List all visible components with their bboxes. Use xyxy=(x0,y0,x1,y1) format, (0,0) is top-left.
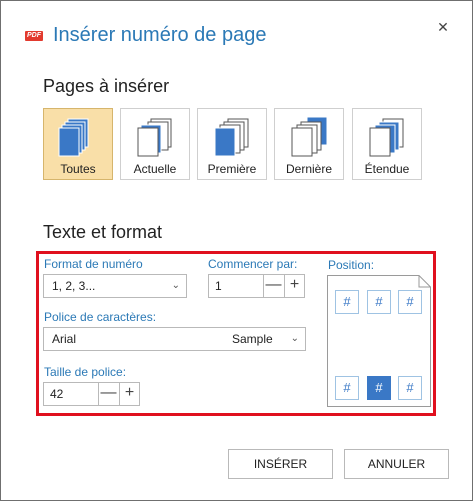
font-dropdown[interactable]: Arial Sample ⌄ xyxy=(43,327,306,351)
chevron-down-icon: ⌄ xyxy=(290,333,299,344)
pages-section-title: Pages à insérer xyxy=(43,76,170,96)
font-label: Police de caractères: xyxy=(44,310,157,324)
pages-option-all[interactable]: Toutes xyxy=(43,108,113,180)
all-pages-icon xyxy=(58,118,89,157)
pages-option-current[interactable]: Actuelle xyxy=(120,108,190,180)
pages-option-label: Dernière xyxy=(285,162,333,176)
chevron-down-icon: ⌄ xyxy=(171,280,180,291)
font-value: Arial xyxy=(52,332,77,346)
position-label: Position: xyxy=(328,258,375,272)
format-section-title: Texte et format xyxy=(43,222,163,242)
font-sample: Sample xyxy=(232,332,273,346)
position-bottom-left[interactable]: # xyxy=(335,376,359,400)
pdf-logo-icon: PDF xyxy=(25,31,43,41)
pages-option-label: Première xyxy=(207,162,257,176)
start-at-stepper: 1 — + xyxy=(208,274,305,298)
position-top-right[interactable]: # xyxy=(398,290,422,314)
current-page-icon xyxy=(137,118,172,157)
range-pages-icon xyxy=(369,118,404,157)
font-size-label: Taille de police: xyxy=(44,365,127,379)
number-format-label: Format de numéro xyxy=(44,257,143,271)
minus-icon[interactable]: — xyxy=(98,383,118,405)
insert-button[interactable]: INSÉRER xyxy=(228,449,333,479)
number-format-value: 1, 2, 3... xyxy=(52,279,96,293)
pages-option-range[interactable]: Étendue xyxy=(352,108,422,180)
pages-option-label: Toutes xyxy=(60,162,96,176)
plus-icon[interactable]: + xyxy=(284,275,304,297)
start-at-label: Commencer par: xyxy=(208,257,298,271)
cancel-button[interactable]: ANNULER xyxy=(344,449,449,479)
font-size-value[interactable]: 42 xyxy=(50,387,63,401)
position-bottom-center[interactable]: # xyxy=(367,376,391,400)
pages-option-label: Étendue xyxy=(364,162,410,176)
start-at-value[interactable]: 1 xyxy=(215,279,222,293)
position-bottom-right[interactable]: # xyxy=(398,376,422,400)
number-format-dropdown[interactable]: 1, 2, 3... ⌄ xyxy=(43,274,187,298)
font-size-stepper: 42 — + xyxy=(43,382,140,406)
dialog-title: Insérer numéro de page xyxy=(53,24,267,46)
plus-icon[interactable]: + xyxy=(119,383,139,405)
pages-option-first[interactable]: Première xyxy=(197,108,267,180)
close-icon[interactable]: ✕ xyxy=(433,17,453,37)
pages-option-label: Actuelle xyxy=(133,162,177,176)
pages-option-last[interactable]: Dernière xyxy=(274,108,344,180)
first-page-icon xyxy=(214,118,249,157)
position-top-left[interactable]: # xyxy=(335,290,359,314)
minus-icon[interactable]: — xyxy=(263,275,283,297)
last-page-icon xyxy=(291,116,328,157)
position-top-center[interactable]: # xyxy=(367,290,391,314)
